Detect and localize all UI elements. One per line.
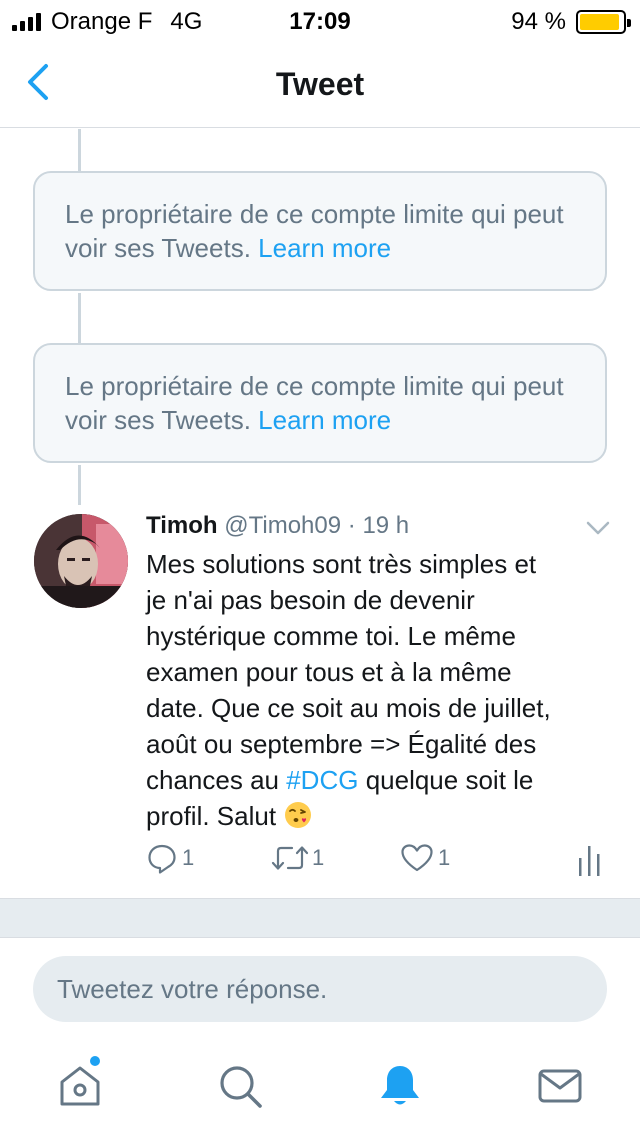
status-right: 94 % [511, 8, 631, 36]
author-handle[interactable]: @Timoh09 [224, 512, 341, 539]
avatar[interactable] [34, 514, 128, 608]
analytics-icon [579, 846, 600, 876]
new-activity-dot [90, 1056, 100, 1066]
chevron-down-icon [586, 521, 610, 535]
tweet-text: Mes solutions sont très simples et je n'… [146, 546, 616, 834]
battery-fill [580, 14, 620, 30]
thread-line [78, 129, 81, 171]
tweet-line: août ou septembre => Égalité des [146, 729, 537, 759]
tweet-text-span: profil. Salut [146, 801, 284, 831]
search-icon [220, 1066, 262, 1108]
tweet-line: hystérique comme toi. Le même [146, 621, 516, 651]
tweet-line: date. Que ce soit au mois de juillet, [146, 693, 551, 723]
like-button[interactable]: 1 [400, 842, 450, 874]
status-bar: Orange F 4G 17:09 94 % [0, 0, 640, 40]
messages-icon [538, 1069, 582, 1103]
avatar-image [34, 514, 128, 608]
tweet-text-span: chances au [146, 765, 287, 795]
tab-bar [0, 1040, 640, 1136]
tweet-text-span: quelque soit le [358, 765, 534, 795]
tab-notifications[interactable] [376, 1062, 424, 1110]
tweet-line: examen pour tous et à la même [146, 657, 512, 687]
like-count: 1 [438, 845, 451, 870]
tweet-line: chances au #DCG quelque soit le [146, 762, 616, 798]
retweet-count: 1 [312, 845, 325, 870]
tweet-age: 19 h [362, 512, 410, 539]
reply-button[interactable]: 1 [146, 842, 194, 874]
tab-search[interactable] [216, 1062, 264, 1110]
battery-icon [576, 10, 631, 34]
learn-more-link[interactable]: Learn more [258, 233, 391, 263]
author-name[interactable]: Timoh [146, 512, 218, 539]
face-throwing-kiss-icon [285, 802, 312, 828]
restricted-tweet-notice: Le propriétaire de ce compte limite qui … [33, 171, 607, 291]
thread-line [78, 293, 81, 343]
tweet-actions: 1 1 1 [146, 842, 616, 886]
retweet-button[interactable]: 1 [270, 842, 324, 874]
hashtag-link[interactable]: #DCG [286, 765, 358, 795]
meta-separator: · [347, 512, 356, 539]
learn-more-link[interactable]: Learn more [258, 405, 391, 435]
analytics-button[interactable] [576, 842, 604, 878]
reply-count: 1 [182, 845, 195, 870]
thread-line [78, 465, 81, 505]
reply-icon [148, 844, 176, 874]
restricted-tweet-notice: Le propriétaire de ce compte limite qui … [33, 343, 607, 463]
tweet-menu-button[interactable] [584, 514, 612, 542]
nav-bar: Tweet [0, 40, 640, 128]
tweet-line: je n'ai pas besoin de devenir [146, 585, 475, 615]
retweet-icon [271, 846, 309, 870]
home-icon [60, 1066, 100, 1106]
notifications-icon [381, 1066, 419, 1105]
tweet-header: Timoh @Timoh09 · 19 h [146, 512, 409, 540]
heart-icon [401, 844, 433, 872]
tweet-line: Mes solutions sont très simples et [146, 549, 537, 579]
page-title: Tweet [275, 66, 365, 102]
section-divider [0, 898, 640, 938]
battery-percent: 94 % [511, 8, 566, 35]
tweet-line: profil. Salut [146, 798, 616, 834]
tab-messages[interactable] [536, 1062, 584, 1110]
reply-input[interactable]: Tweetez votre réponse. [33, 956, 607, 1022]
tab-home[interactable] [56, 1062, 104, 1110]
